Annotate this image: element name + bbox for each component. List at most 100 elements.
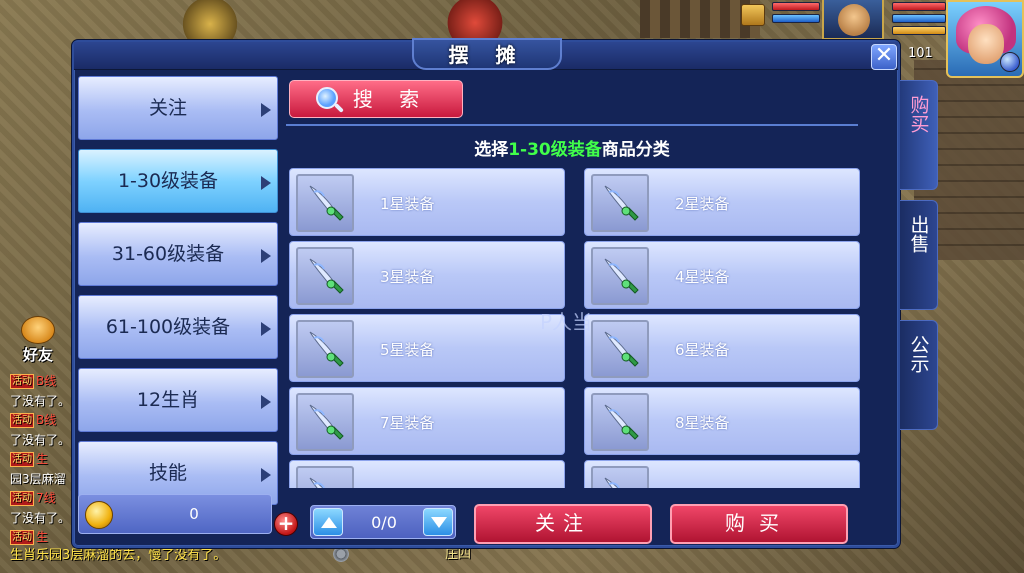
category-item[interactable]: 31-60级装备 [78,222,278,286]
item-slot [591,247,649,305]
chat-text: B线 [36,413,57,427]
item-slot [296,466,354,488]
category-label: 关注 [148,97,187,119]
equipment-item[interactable]: 1星装备 [289,168,565,236]
category-item[interactable]: 关注 [78,76,278,140]
sword-icon [601,401,641,445]
side-tab-label: 购买 [907,95,930,133]
category-label: 61-100级装备 [105,316,231,338]
chat-tag: 活动 [10,530,34,545]
category-item[interactable]: 61-100级装备 [78,295,278,359]
equipment-item[interactable]: 7星装备 [289,387,565,455]
equipment-item[interactable]: 6星装备 [584,314,860,382]
chat-line: 了没有了。 [10,392,76,412]
sword-icon [601,474,641,488]
follow-button[interactable]: 关注 [474,504,652,544]
watermark: P人当 [540,310,593,334]
item-name: 4星装备 [675,268,730,286]
pet-portrait[interactable] [822,0,884,40]
item-slot [296,247,354,305]
chat-text: 了没有了。 [10,510,71,525]
chat-line: 园3层麻溜 [10,470,76,490]
equipment-item[interactable] [584,460,860,488]
item-name: 5星装备 [380,341,435,359]
pet-mp-bar [772,14,820,23]
divider [286,124,858,126]
equipment-item[interactable]: 3星装备 [289,241,565,309]
add-money-button[interactable]: + [274,512,298,536]
page-indicator: 0/0 [371,513,397,532]
sword-icon [306,328,346,372]
item-slot [296,393,354,451]
equipment-item[interactable]: 2星装备 [584,168,860,236]
chat-line: 活动生 [10,450,76,470]
buy-button[interactable]: 购买 [670,504,848,544]
chat-text: 园3层麻溜 [10,471,66,486]
page-up-button[interactable] [313,508,343,536]
category-label: 1-30级装备 [117,170,219,192]
chevron-right-icon [261,468,271,482]
chevron-right-icon [261,322,271,336]
item-slot [591,393,649,451]
side-tab-label: 出售 [907,215,930,253]
item-slot [296,174,354,232]
world-statue-red [440,0,510,38]
heading-suffix: 商品分类 [601,140,670,160]
player-hp-bar [892,2,946,11]
chat-text: B线 [36,374,57,388]
category-item[interactable]: 1-30级装备 [78,149,278,213]
chevron-right-icon [261,395,271,409]
search-label: 搜 索 [352,87,430,111]
side-tab[interactable]: 出售 [900,200,938,310]
side-tab-label: 公示 [907,335,930,373]
chat-line: 活动 B线 [10,411,76,431]
equipment-item[interactable]: 4星装备 [584,241,860,309]
chat-text: 生 [36,452,49,466]
bag-icon[interactable] [741,4,765,26]
equipment-item[interactable] [289,460,565,488]
arrow-up-icon [321,517,337,528]
equipment-item[interactable]: 5星装备 [289,314,565,382]
chat-tag: 活动 [10,491,34,506]
pet-face [838,4,870,36]
item-name: 1星装备 [380,195,435,213]
category-label: 12生肖 [136,389,200,411]
item-slot [591,174,649,232]
sword-icon [306,401,346,445]
pet-hp-bar [772,2,820,11]
category-heading: 选择1-30级装备商品分类 [286,135,858,160]
heading-prefix: 选择 [474,140,509,160]
pet-status-bars [772,2,820,26]
world-statue-gold [180,0,240,40]
panel-title: 摆 摊 [412,38,562,70]
chevron-right-icon [261,103,271,117]
player-mp-bar [892,14,946,23]
chat-text: 生 [36,530,49,544]
sword-icon [306,255,346,299]
chevron-right-icon [261,176,271,190]
stall-panel: 摆 摊 ✕ 关注 1-30级装备 31-60级装备 61-100级装备 12生肖 技能 搜… [72,38,900,548]
item-name: 8星装备 [675,414,730,432]
item-slot [591,466,649,488]
side-tab[interactable]: 购买 [900,80,938,190]
chat-tag: 活动 [10,374,34,389]
close-button[interactable]: ✕ [871,44,897,70]
chat-line: 了没有了。 [10,431,76,451]
sword-icon [601,182,641,226]
friends-button[interactable]: 好友 [12,316,64,370]
chat-log[interactable]: 活动 B线 了没有了。 活动 B线 了没有了。 活动生园3层麻溜 活动 7线 了没有了。 活动生 [10,372,76,548]
chat-tag: 活动 [10,413,34,428]
search-button[interactable]: 搜 索 [289,80,463,118]
category-label: 31-60级装备 [111,243,225,265]
arrow-down-icon [431,517,447,528]
equipment-item[interactable]: 8星装备 [584,387,860,455]
money-value: 0 [189,505,199,523]
chat-line: 了没有了。 [10,509,76,529]
side-tab[interactable]: 公示 [900,320,938,430]
page-down-button[interactable] [423,508,453,536]
sword-icon [601,328,641,372]
orb-icon[interactable] [1000,52,1020,72]
coin-icon [85,501,113,529]
category-item[interactable]: 12生肖 [78,368,278,432]
player-status-bars [892,2,946,38]
